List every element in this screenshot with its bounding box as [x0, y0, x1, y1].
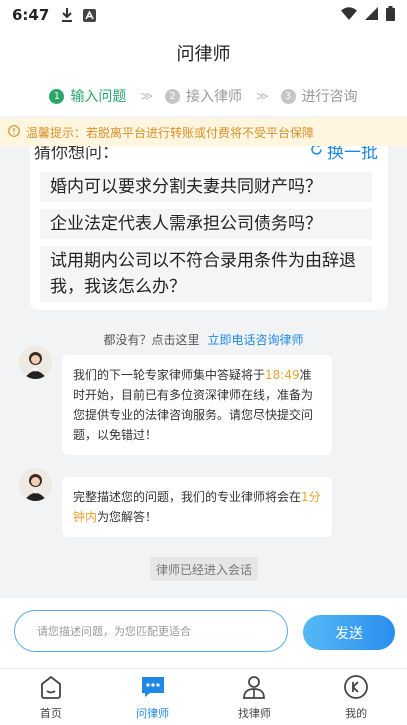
bottom-tabbar: 首页 问律师 找律师 我的	[0, 668, 407, 725]
status-time: 6:47	[12, 6, 50, 24]
phone-consult-link[interactable]: 立即电话咨询律师	[208, 333, 304, 347]
progress-steps: 1 输入问题 ≫ 2 接入律师 ≫ 3 进行咨询	[0, 76, 407, 116]
step-arrow-icon: ≫	[256, 89, 268, 103]
notice-text: 温馨提示：若脱离平台进行转账或付费将不受平台保障	[26, 125, 315, 140]
app-notification-icon	[83, 8, 97, 22]
message-text: 完整描述您的问题，我们的专业律师将会在	[73, 490, 302, 504]
message-text: 我们的下一轮专家律师集中答疑将于	[73, 368, 266, 382]
step-number: 3	[280, 88, 296, 104]
refresh-label: 换一批	[327, 146, 378, 163]
step-label: 输入问题	[70, 89, 127, 105]
step-label: 进行咨询	[301, 89, 358, 105]
chat-message: 我们的下一轮专家律师集中答疑将于18:49准时开始，目前已有多位资深律师在线，准…	[62, 355, 332, 455]
system-tip: 律师已经进入会话	[150, 557, 258, 581]
suggested-questions-title: 猜你想问：	[34, 146, 119, 163]
avatar	[19, 468, 52, 501]
system-tip-text: 律师已经进入会话	[155, 562, 252, 577]
tab-label: 找律师	[237, 706, 271, 720]
step-input-question: 1 输入问题	[49, 86, 126, 106]
step-label: 接入律师	[186, 89, 242, 105]
question-input[interactable]: 请您描述问题，为您匹配更适合	[14, 610, 288, 652]
tab-profile[interactable]: 我的	[305, 669, 407, 725]
send-button[interactable]: 发送	[303, 615, 395, 650]
input-placeholder: 请您描述问题，为您匹配更适合	[37, 625, 191, 638]
tab-label: 问律师	[136, 706, 170, 720]
battery-icon	[386, 5, 395, 25]
status-bar: 6:47	[0, 0, 407, 30]
warning-icon	[8, 124, 20, 140]
suggested-question[interactable]: 企业法定代表人需承担公司债务吗？	[40, 209, 372, 239]
suggested-question[interactable]: 婚内可以要求分割夫妻共同财产吗？	[40, 172, 372, 202]
avatar	[19, 346, 52, 379]
page-title: 问律师	[176, 44, 231, 65]
page-header: 问律师	[0, 30, 407, 76]
refresh-button[interactable]: 换一批	[310, 146, 378, 163]
step-connect-lawyer: 2 接入律师	[165, 86, 242, 106]
phone-consult-prompt: 都没有？点击这里 立即电话咨询律师	[0, 331, 407, 348]
step-number: 1	[49, 88, 65, 104]
wifi-icon	[341, 6, 357, 24]
tab-ask-lawyer[interactable]: 问律师	[102, 669, 204, 725]
input-bar: 请您描述问题，为您匹配更适合 发送	[0, 598, 407, 668]
message-text: 为您解答！	[97, 510, 158, 524]
chat-icon	[140, 674, 166, 703]
prompt-text: 都没有？点击这里	[103, 333, 200, 347]
suggested-questions-card: 猜你想问： 换一批 婚内可以要求分割夫妻共同财产吗？ 企业法定代表人需承担公司债…	[30, 146, 388, 310]
signal-icon	[365, 6, 378, 24]
message-time-highlight: 18:49	[265, 368, 300, 382]
lawyer-icon	[241, 674, 267, 703]
warning-notice: 温馨提示：若脱离平台进行转账或付费将不受平台保障	[0, 118, 407, 146]
step-arrow-icon: ≫	[140, 89, 152, 103]
download-icon	[61, 8, 73, 22]
step-consult: 3 进行咨询	[280, 86, 358, 106]
home-icon	[38, 674, 64, 703]
refresh-icon	[310, 146, 323, 161]
tab-label: 首页	[39, 706, 62, 720]
suggested-question[interactable]: 试用期内公司以不符合录用条件为由辞退我，我该怎么办？	[40, 246, 372, 302]
tab-label: 我的	[345, 706, 368, 720]
chat-message: 完整描述您的问题，我们的专业律师将会在1分钟内为您解答！	[62, 477, 332, 537]
profile-icon	[343, 674, 369, 703]
suggested-questions-header: 猜你想问： 换一批	[30, 146, 388, 163]
step-number: 2	[165, 88, 180, 104]
tab-find-lawyer[interactable]: 找律师	[204, 669, 306, 725]
tab-home[interactable]: 首页	[0, 669, 102, 725]
